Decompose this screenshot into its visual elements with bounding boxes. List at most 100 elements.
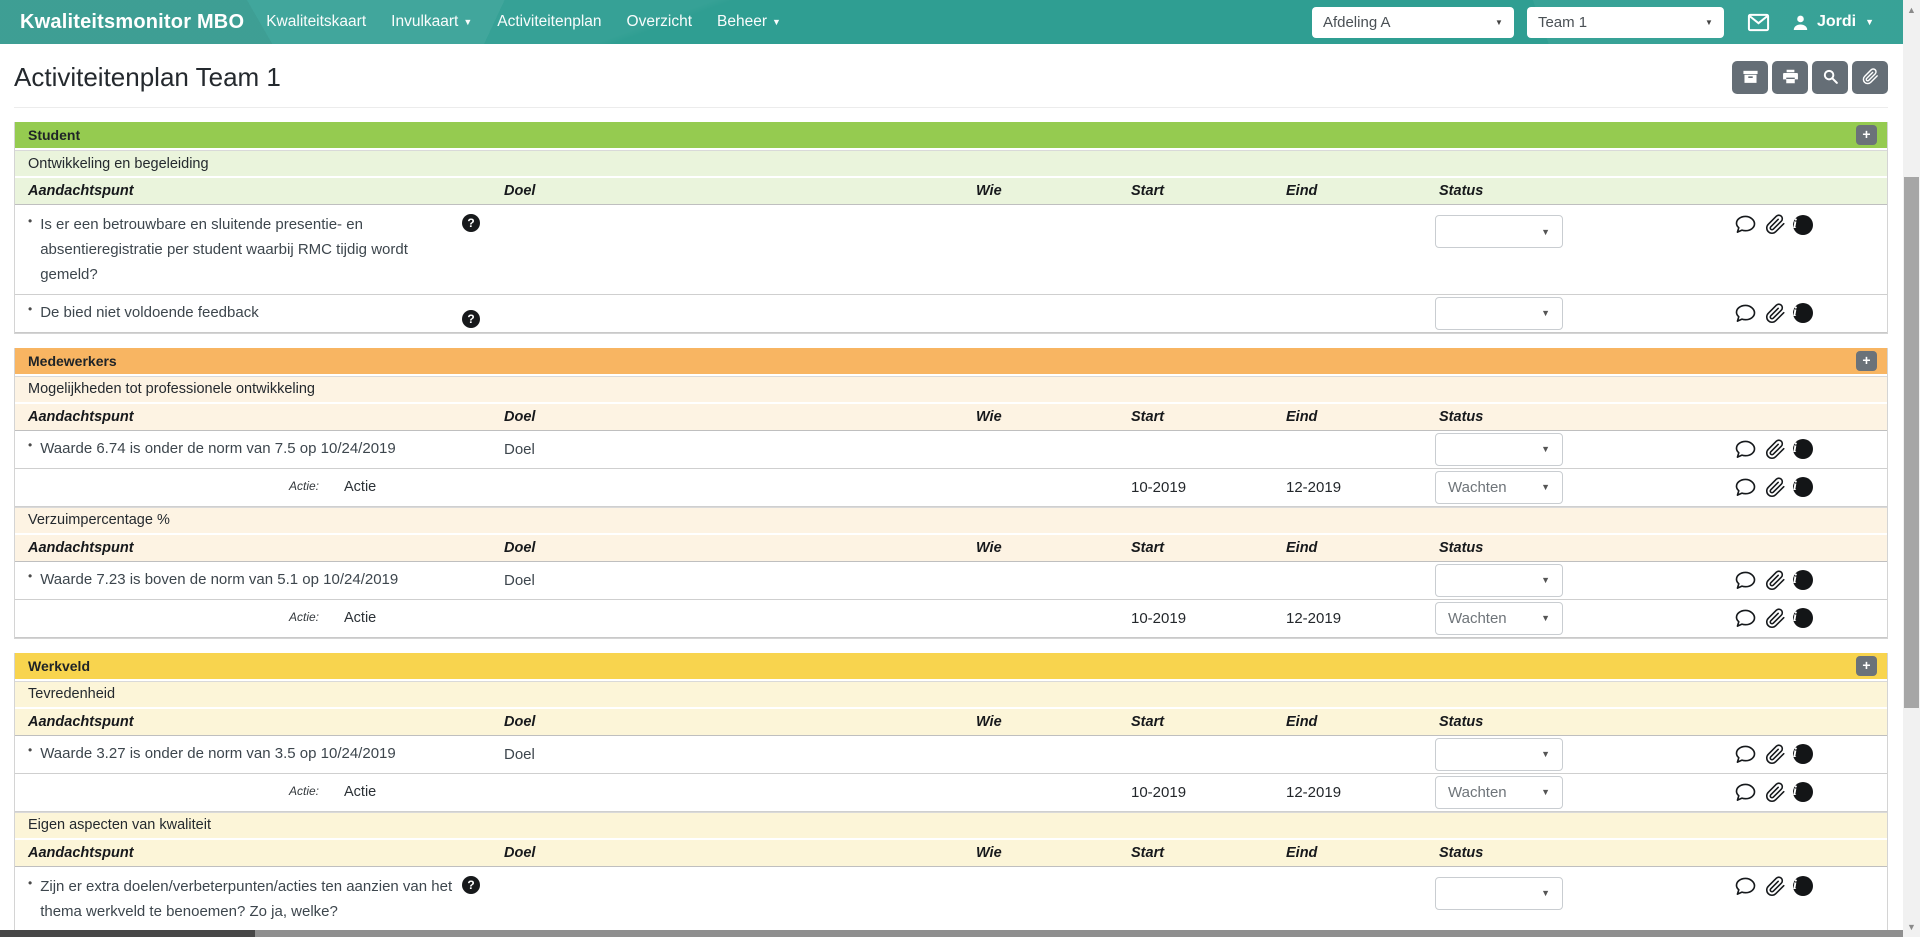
archive-icon	[1742, 68, 1759, 88]
table-row: Actie:Actie10-201912-2019Wachten▼i	[15, 469, 1887, 507]
info-icon[interactable]: i	[1793, 782, 1813, 802]
doel-cell: Doel	[504, 746, 976, 763]
team-select[interactable]: Team 1 ▼	[1527, 7, 1724, 38]
caret-down-icon: ▼	[1705, 18, 1713, 27]
info-icon[interactable]: i	[1793, 744, 1813, 764]
nav-item-invulkaart[interactable]: Invulkaart▼	[391, 13, 472, 31]
status-select[interactable]: ▼	[1435, 738, 1563, 771]
start-cell	[1131, 205, 1286, 218]
help-icon[interactable]: ?	[462, 876, 480, 894]
column-header-status: Status	[1439, 540, 1609, 556]
vertical-scrollbar-thumb[interactable]	[1904, 177, 1919, 708]
paperclip-icon[interactable]	[1765, 214, 1786, 235]
help-icon[interactable]: ?	[462, 310, 480, 328]
comment-icon[interactable]	[1733, 438, 1758, 461]
status-select[interactable]: Wachten▼	[1435, 602, 1563, 635]
aandachtspunt-text: Waarde 3.27 is onder de norm van 3.5 op …	[40, 741, 452, 766]
info-icon[interactable]: i	[1793, 215, 1813, 235]
section-title: Werkveld	[28, 658, 90, 674]
info-icon[interactable]: i	[1793, 477, 1813, 497]
column-header-row: AandachtspuntDoelWieStartEindStatus	[15, 535, 1887, 562]
paperclip-icon[interactable]	[1765, 608, 1786, 629]
aandachtspunt-text: Waarde 7.23 is boven de norm van 5.1 op …	[40, 567, 452, 592]
vertical-scrollbar[interactable]: ▲ ▼	[1903, 0, 1920, 937]
column-header-wie: Wie	[976, 540, 1131, 556]
comment-icon[interactable]	[1733, 302, 1758, 325]
comment-icon[interactable]	[1733, 569, 1758, 592]
info-icon[interactable]: i	[1793, 876, 1813, 896]
bullet-icon: •	[28, 567, 32, 592]
info-icon[interactable]: i	[1793, 303, 1813, 323]
status-select[interactable]: ▼	[1435, 877, 1563, 910]
user-menu[interactable]: Jordi ▼	[1791, 13, 1874, 32]
column-header-doel: Doel	[504, 183, 976, 199]
nav-item-beheer[interactable]: Beheer▼	[717, 13, 781, 31]
horizontal-scrollbar[interactable]	[0, 930, 1920, 937]
comment-icon[interactable]	[1733, 476, 1758, 499]
scroll-up-arrow-icon[interactable]: ▲	[1903, 5, 1920, 15]
afdeling-select[interactable]: Afdeling A ▼	[1312, 7, 1514, 38]
comment-icon[interactable]	[1733, 743, 1758, 766]
status-select[interactable]: ▼	[1435, 215, 1563, 248]
top-navbar: Kwaliteitsmonitor MBO Kwaliteitskaart Inv…	[0, 0, 1920, 44]
doel-cell	[504, 205, 976, 218]
row-actions: i	[1733, 569, 1813, 592]
sections-container: Student+Ontwikkeling en begeleidingAanda…	[14, 122, 1888, 932]
start-cell: 10-2019	[1131, 610, 1286, 627]
help-icon[interactable]: ?	[462, 214, 480, 232]
column-header-wie: Wie	[976, 409, 1131, 425]
row-actions: i	[1733, 875, 1813, 898]
print-icon	[1782, 68, 1799, 88]
paperclip-icon[interactable]	[1765, 876, 1786, 897]
info-icon[interactable]: i	[1793, 570, 1813, 590]
status-select[interactable]: ▼	[1435, 297, 1563, 330]
add-item-button[interactable]: +	[1856, 351, 1877, 371]
info-icon[interactable]: i	[1793, 439, 1813, 459]
status-select[interactable]: Wachten▼	[1435, 471, 1563, 504]
status-select[interactable]: Wachten▼	[1435, 776, 1563, 809]
column-header-status: Status	[1439, 714, 1609, 730]
paperclip-icon[interactable]	[1765, 477, 1786, 498]
comment-icon[interactable]	[1733, 607, 1758, 630]
scroll-down-arrow-icon[interactable]: ▼	[1903, 922, 1920, 932]
attachment-button[interactable]	[1852, 61, 1888, 94]
nav-item-overzicht[interactable]: Overzicht	[627, 13, 692, 31]
paperclip-icon[interactable]	[1765, 744, 1786, 765]
paperclip-icon[interactable]	[1765, 303, 1786, 324]
search-button[interactable]	[1812, 61, 1848, 94]
column-header-wie: Wie	[976, 714, 1131, 730]
paperclip-icon[interactable]	[1765, 570, 1786, 591]
status-select[interactable]: ▼	[1435, 564, 1563, 597]
status-cell: ▼	[1439, 738, 1609, 771]
caret-down-icon: ▼	[1541, 888, 1550, 898]
column-header-eind: Eind	[1286, 714, 1439, 730]
column-header-aandachtspunt: Aandachtspunt	[15, 845, 504, 861]
horizontal-scrollbar-thumb[interactable]	[0, 930, 255, 937]
nav-item-kwaliteitskaart[interactable]: Kwaliteitskaart	[266, 13, 366, 31]
paperclip-icon[interactable]	[1765, 782, 1786, 803]
archive-button[interactable]	[1732, 61, 1768, 94]
status-cell: ▼	[1439, 205, 1609, 254]
aandachtspunt-cell: •De bied niet voldoende feedback?	[15, 300, 504, 325]
print-button[interactable]	[1772, 61, 1808, 94]
envelope-icon[interactable]	[1745, 11, 1772, 34]
app-brand[interactable]: Kwaliteitsmonitor MBO	[20, 11, 244, 34]
comment-icon[interactable]	[1733, 213, 1758, 236]
comment-icon[interactable]	[1733, 875, 1758, 898]
column-header-eind: Eind	[1286, 845, 1439, 861]
section-medewerkers: Medewerkers+Mogelijkheden tot profession…	[14, 348, 1888, 639]
column-header-doel: Doel	[504, 714, 976, 730]
team-select-value: Team 1	[1538, 14, 1587, 31]
info-icon[interactable]: i	[1793, 608, 1813, 628]
add-item-button[interactable]: +	[1856, 656, 1877, 676]
status-select[interactable]: ▼	[1435, 433, 1563, 466]
aandachtspunt-cell: •Waarde 6.74 is onder de norm van 7.5 op…	[15, 436, 504, 461]
caret-down-icon: ▼	[1541, 227, 1550, 237]
column-header-start: Start	[1131, 714, 1286, 730]
bullet-icon: •	[28, 212, 32, 288]
section-title: Medewerkers	[28, 353, 117, 369]
nav-item-activiteitenplan[interactable]: Activiteitenplan	[497, 13, 601, 31]
paperclip-icon[interactable]	[1765, 439, 1786, 460]
comment-icon[interactable]	[1733, 781, 1758, 804]
add-item-button[interactable]: +	[1856, 125, 1877, 145]
